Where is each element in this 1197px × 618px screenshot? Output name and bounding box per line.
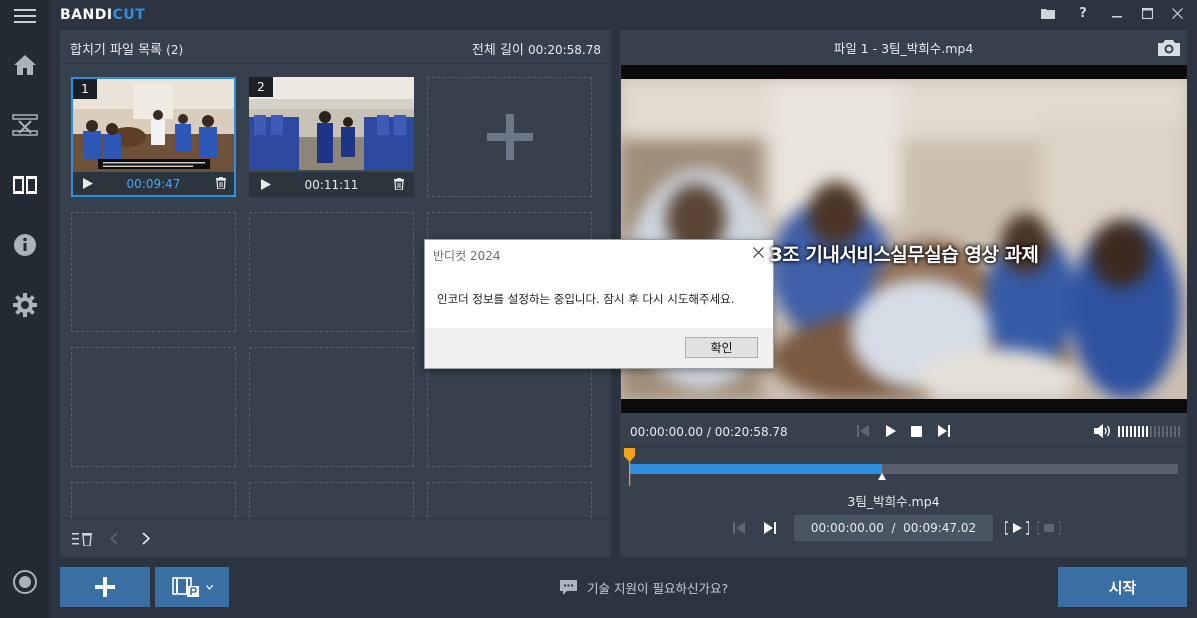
- stop-icon[interactable]: [911, 426, 922, 437]
- record-icon[interactable]: [0, 560, 50, 604]
- file-count: (2): [166, 43, 184, 57]
- empty-slot: [249, 482, 414, 518]
- play-icon[interactable]: [886, 425, 896, 437]
- next-frame-icon[interactable]: [938, 425, 950, 437]
- segment-time-display: 00:00:00.00 / 00:09:47.02: [794, 515, 993, 541]
- empty-slot: [427, 482, 592, 518]
- add-file-button[interactable]: [60, 567, 150, 607]
- support-link[interactable]: 기술 지원이 필요하신가요?: [560, 578, 728, 597]
- segment-marker-icon: [878, 473, 886, 480]
- current-time: 00:00:00.00: [630, 425, 703, 439]
- file-list-footer: [60, 518, 611, 557]
- clip-controls: 00:11:11: [249, 172, 414, 197]
- total-length-value: 00:20:58.78: [528, 43, 601, 57]
- add-file-tile[interactable]: [427, 77, 592, 197]
- minimize-icon[interactable]: [1106, 4, 1128, 22]
- next-page-icon[interactable]: [142, 532, 150, 545]
- stop-segment-icon[interactable]: [1037, 521, 1061, 535]
- dialog-message: 인코더 정보를 설정하는 중입니다. 잠시 후 다시 시도해주세요.: [437, 292, 735, 306]
- ok-button[interactable]: 확인: [685, 337, 758, 358]
- prev-page-icon[interactable]: [110, 532, 118, 545]
- trash-icon[interactable]: [394, 178, 404, 190]
- video-subtitle: 3조 기내서비스실무실습 영상 과제: [769, 244, 1039, 266]
- folder-icon[interactable]: [1037, 4, 1059, 22]
- clip-tile-2[interactable]: 2 00:11:11: [249, 77, 414, 197]
- cutter-icon[interactable]: [0, 103, 50, 147]
- info-icon[interactable]: [0, 223, 50, 267]
- clip-duration: 00:09:47: [126, 176, 181, 191]
- file-list-title: 합치기 파일 목록 (2): [70, 43, 184, 58]
- dialog-footer: 확인: [425, 328, 773, 368]
- camera-icon[interactable]: [1158, 39, 1180, 56]
- divider: [620, 446, 1187, 447]
- support-text: 기술 지원이 필요하신가요?: [587, 581, 729, 596]
- home-icon[interactable]: [0, 43, 50, 87]
- clip-duration: 00:11:11: [304, 177, 359, 192]
- clip-controls: 00:09:47: [73, 172, 234, 195]
- video-settings-icon: [171, 577, 199, 597]
- segment-file-name: 3팀_박희수.mp4: [847, 494, 940, 509]
- clear-list-icon[interactable]: [72, 532, 94, 546]
- clip-number: 1: [73, 79, 97, 99]
- joiner-icon[interactable]: [0, 163, 50, 207]
- app-logo: BANDICUT: [60, 7, 146, 23]
- start-button[interactable]: 시작: [1058, 567, 1187, 607]
- plus-icon: [486, 114, 533, 160]
- timeline-track[interactable]: [629, 464, 1178, 474]
- prev-segment-icon[interactable]: [733, 522, 745, 534]
- total-length: 전체 길이 00:20:58.78: [471, 43, 601, 58]
- preview-file-title: 파일 1 - 3팀_박희수.mp4: [833, 41, 974, 56]
- menu-icon[interactable]: [0, 0, 50, 32]
- empty-slot: [71, 212, 236, 332]
- maximize-icon[interactable]: [1136, 4, 1158, 22]
- settings-icon[interactable]: [0, 283, 50, 327]
- clip-tile-1[interactable]: 1 00:09:47: [71, 77, 236, 197]
- prev-frame-icon[interactable]: [857, 425, 869, 437]
- volume-icon[interactable]: [1094, 424, 1112, 438]
- volume-slider[interactable]: [1118, 426, 1180, 437]
- trash-icon[interactable]: [216, 177, 226, 189]
- help-icon[interactable]: ?: [1072, 4, 1094, 22]
- clip-number: 2: [249, 77, 273, 97]
- plus-icon: [95, 577, 115, 597]
- play-segment-icon[interactable]: [1005, 521, 1029, 535]
- clip-thumbnail: [249, 77, 414, 170]
- empty-slot: [71, 482, 236, 518]
- chat-icon: [560, 580, 577, 595]
- next-segment-icon[interactable]: [764, 522, 776, 534]
- empty-slot: [249, 212, 414, 332]
- timeline-segment-1[interactable]: [629, 464, 882, 474]
- chevron-down-icon: [205, 584, 213, 590]
- playhead[interactable]: [624, 448, 635, 486]
- empty-slot: [249, 347, 414, 467]
- output-settings-button[interactable]: [155, 567, 229, 607]
- dialog-title: 반디컷 2024: [433, 249, 501, 263]
- empty-slot: [71, 347, 236, 467]
- sidebar: [0, 0, 50, 618]
- file-list-header: 합치기 파일 목록 (2) 전체 길이 00:20:58.78: [60, 30, 611, 64]
- playback-time: 00:00:00.00 / 00:20:58.78: [630, 425, 788, 439]
- total-time: 00:20:58.78: [714, 425, 788, 439]
- clip-thumbnail: [73, 79, 234, 172]
- close-icon[interactable]: [1166, 4, 1188, 22]
